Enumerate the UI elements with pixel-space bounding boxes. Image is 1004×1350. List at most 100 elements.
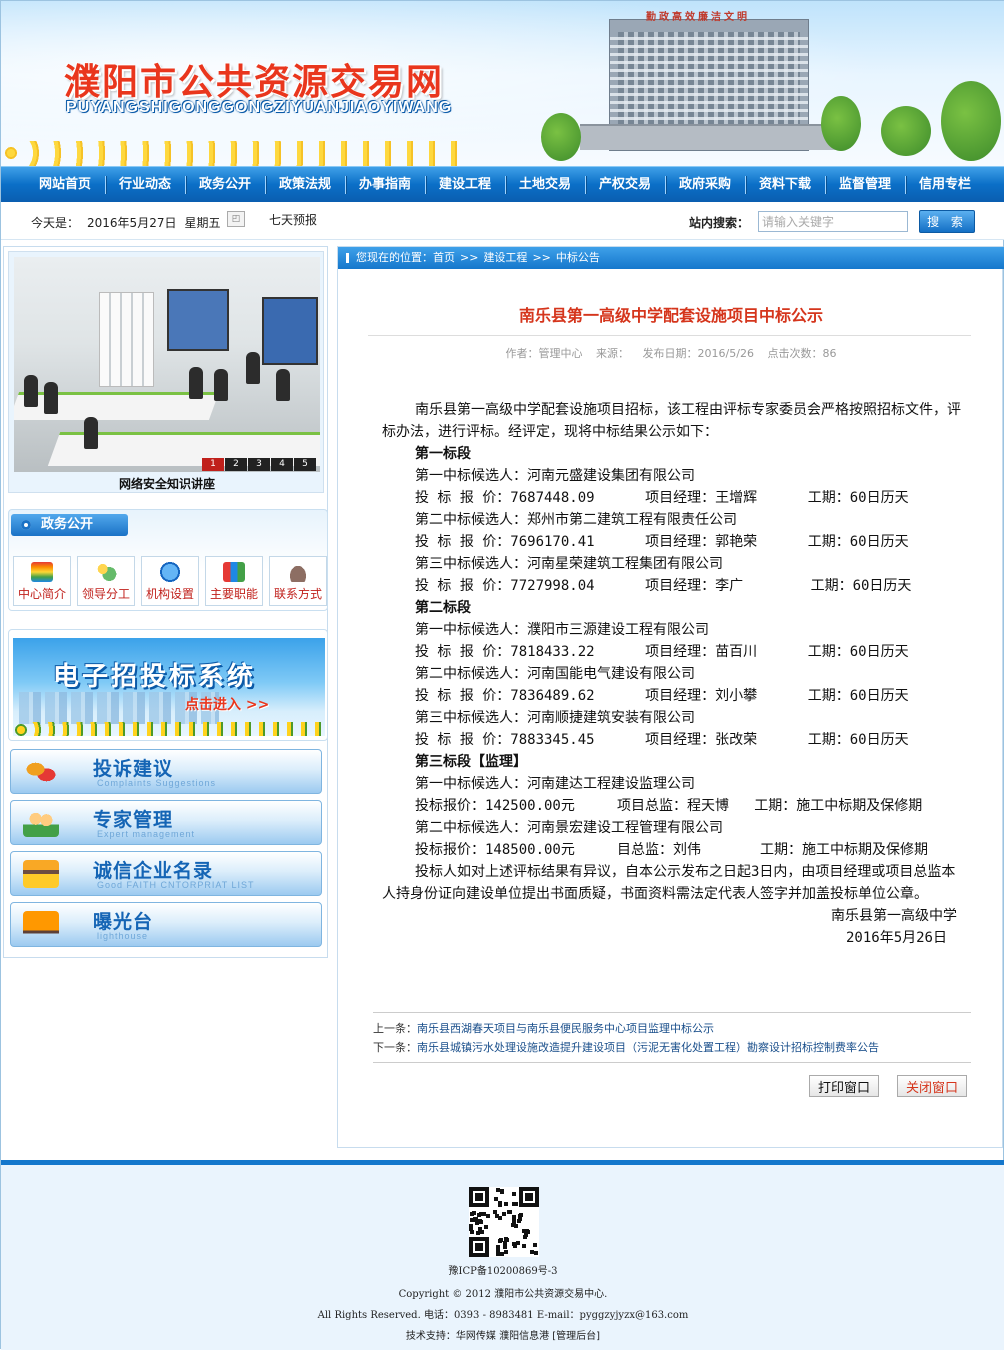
slide-page-2[interactable]: 2 — [225, 458, 247, 471]
search-label: 站内搜索： — [689, 216, 750, 230]
search-button[interactable]: 搜 索 — [919, 210, 975, 233]
next-label: 下一条： — [373, 1041, 417, 1054]
weather-icon: ◰ — [227, 211, 245, 227]
nav-item-procurement[interactable]: 政府采购 — [665, 167, 745, 203]
prev-next-links: 上一条：南乐县西湖春天项目与南乐县便民服务中心项目监理中标公示 下一条：南乐县城… — [373, 1019, 879, 1057]
breadcrumb-sep: >> — [460, 251, 479, 264]
qr-code-icon — [469, 1187, 539, 1257]
bullet-icon — [21, 520, 31, 530]
slide-pager: 1 2 3 4 5 — [201, 458, 316, 471]
next-article-link[interactable]: 南乐县城镇污水处理设施改造提升建设项目（污泥无害化处置工程）勘察设计招标控制费率… — [417, 1041, 879, 1054]
article-line: 第三中标候选人：河南顺捷建筑安装有限公司 — [415, 710, 695, 726]
nav-item-land[interactable]: 土地交易 — [505, 167, 585, 203]
credit-enterprise-link[interactable]: 诚信企业名录 Good FAITH CNTORPRIAT LIST — [10, 851, 322, 896]
slide-page-3[interactable]: 3 — [248, 458, 270, 471]
forecast-link[interactable]: 七天预报 — [269, 211, 317, 228]
site-logo[interactable]: 濮阳市公共资源交易网 — [64, 53, 444, 105]
photo-slideshow[interactable]: 1 2 3 4 5 网络安全知识讲座 — [8, 251, 324, 493]
divider — [368, 335, 971, 336]
article-source: 来源： — [596, 347, 630, 360]
gov-item-duties[interactable]: 主要职能 — [205, 556, 263, 606]
search-input[interactable] — [758, 211, 908, 232]
slide-caption[interactable]: 网络安全知识讲座 — [9, 475, 325, 492]
article-author: 作者：管理中心 — [505, 347, 583, 360]
gov-item-intro[interactable]: 中心简介 — [13, 556, 71, 606]
site-logo-en: PUYANGSHIGONGGONGZIYUANJIAOYIWANG — [66, 99, 453, 116]
expert-management-label-en: Expert management — [97, 829, 196, 839]
divider — [373, 1012, 971, 1013]
breadcrumb: 您现在的位置：首页 >> 建设工程 >> 中标公告 — [338, 247, 1004, 269]
today-label: 今天是： — [31, 216, 80, 230]
article-line: 投标报价：142500.00元 项目总监：程天博 工期：施工中标期及保修期 — [415, 798, 923, 814]
breadcrumb-home[interactable]: 首页 — [433, 251, 455, 264]
article-line: 第二中标候选人：郑州市第二建筑工程有限责任公司 — [415, 512, 737, 528]
article-line: 投 标 报 价：7836489.62 项目经理：刘小攀 工期：60日历天 — [415, 688, 909, 704]
breadcrumb-construction[interactable]: 建设工程 — [483, 251, 527, 264]
nav-item-construction[interactable]: 建设工程 — [425, 167, 505, 203]
books-icon — [223, 562, 245, 582]
icp-number[interactable]: 豫ICP备10200869号-3 — [1, 1262, 1004, 1277]
article-panel: 您现在的位置：首页 >> 建设工程 >> 中标公告 南乐县第一高级中学配套设施项目中标公… — [337, 246, 1004, 1148]
gov-item-leadership[interactable]: 领导分工 — [77, 556, 135, 606]
prev-article-link[interactable]: 南乐县西湖春天项目与南乐县便民服务中心项目监理中标公示 — [417, 1022, 714, 1035]
nav-item-policy[interactable]: 政策法规 — [265, 167, 345, 203]
article-intro: 南乐县第一高级中学配套设施项目招标，该工程由评标专家委员会严格按照招标文件，评标… — [382, 402, 961, 440]
article-body: 南乐县第一高级中学配套设施项目招标，该工程由评标专家委员会严格按照招标文件，评标… — [382, 399, 967, 949]
complaints-link[interactable]: 投诉建议 Complaints Suggestions — [10, 749, 322, 794]
e-bidding-enter[interactable]: 点击进入 >> — [185, 694, 269, 714]
date-display: 今天是： 2016年5月27日 星期五 — [31, 214, 220, 231]
article-signature: 南乐县第一高级中学 — [831, 908, 957, 924]
today-date: 2016年5月27日 — [87, 216, 177, 230]
e-bidding-banner[interactable]: 电子招投标系统 点击进入 >> — [13, 638, 325, 736]
article-line: 投 标 报 价：7818433.22 项目经理：苗百川 工期：60日历天 — [415, 644, 909, 660]
chat-bubbles-icon — [23, 758, 59, 786]
exposure-link[interactable]: 曝光台 lighthouse — [10, 902, 322, 947]
slide-image[interactable] — [14, 257, 320, 472]
gov-item-structure[interactable]: 机构设置 — [141, 556, 199, 606]
section-heading: 第一标段 — [415, 446, 471, 462]
today-weekday: 星期五 — [184, 216, 221, 230]
nav-item-home[interactable]: 网站首页 — [25, 167, 105, 203]
building-photo — [580, 19, 838, 151]
section-heading: 第二标段 — [415, 600, 471, 616]
breadcrumb-sep: >> — [532, 251, 551, 264]
breadcrumb-prefix: 您现在的位置： — [356, 251, 433, 264]
monitor-icon — [23, 911, 59, 939]
complaints-label-en: Complaints Suggestions — [97, 778, 217, 788]
nav-item-credit[interactable]: 信用专栏 — [905, 167, 985, 203]
article-sign-date: 2016年5月26日 — [845, 930, 947, 946]
slide-page-5[interactable]: 5 — [294, 458, 316, 471]
article-line: 第二中标候选人：河南景宏建设工程管理有限公司 — [415, 820, 723, 836]
nav-item-industry[interactable]: 行业动态 — [105, 167, 185, 203]
nav-item-downloads[interactable]: 资料下载 — [745, 167, 825, 203]
gov-item-contact[interactable]: 联系方式 — [269, 556, 327, 606]
article-closing: 投标人如对上述评标结果有异议，自本公示发布之日起3日内，由项目经理或项目总监本人… — [382, 864, 956, 902]
article-line: 投 标 报 价：7883345.45 项目经理：张改荣 工期：60日历天 — [415, 732, 909, 748]
breadcrumb-award-notice[interactable]: 中标公告 — [556, 251, 600, 264]
expert-management-link[interactable]: 专家管理 Expert management — [10, 800, 322, 845]
globe-icon — [159, 562, 181, 582]
contact-info: All Rights Reserved. 电话：0393 - 8983481 E… — [317, 1310, 689, 1321]
article-line: 投标报价：148500.00元 目总监：刘伟 工期：施工中标期及保修期 — [415, 842, 929, 858]
nav-item-guide[interactable]: 办事指南 — [345, 167, 425, 203]
nav-item-supervision[interactable]: 监督管理 — [825, 167, 905, 203]
section-heading: 第三标段【监理】 — [415, 754, 527, 770]
nav-item-gov-affairs[interactable]: 政务公开 — [185, 167, 265, 203]
close-button[interactable]: 关闭窗口 — [897, 1075, 968, 1097]
coffee-cup-icon — [287, 562, 309, 582]
divider — [373, 1062, 971, 1063]
article-meta: 作者：管理中心 来源： 发布日期：2016/5/26 点击次数：86 — [338, 345, 1004, 361]
credit-enterprise-label-en: Good FAITH CNTORPRIAT LIST — [97, 880, 255, 890]
nav-item-property[interactable]: 产权交易 — [585, 167, 665, 203]
site-header: 勤政高效廉洁文明 濮阳市公共资源交易网 PUYANGSHIGONGGONGZIY… — [1, 1, 1004, 166]
tree-decoration — [541, 113, 581, 161]
slide-page-1[interactable]: 1 — [202, 458, 224, 471]
gov-affairs-title: 政务公开 — [11, 514, 128, 536]
gov-affairs-panel: 政务公开 中心简介 领导分工 机构设置 主要职能 联系方式 — [8, 509, 328, 611]
article-date: 发布日期：2016/5/26 — [642, 347, 754, 360]
site-footer: 豫ICP备10200869号-3 Copyright © 2012 濮阳市公共资… — [1, 1160, 1004, 1350]
exposure-label: 曝光台 — [93, 911, 154, 933]
print-button[interactable]: 打印窗口 — [809, 1075, 880, 1097]
copyright: Copyright © 2012 濮阳市公共资源交易中心. — [398, 1289, 608, 1300]
slide-page-4[interactable]: 4 — [271, 458, 293, 471]
